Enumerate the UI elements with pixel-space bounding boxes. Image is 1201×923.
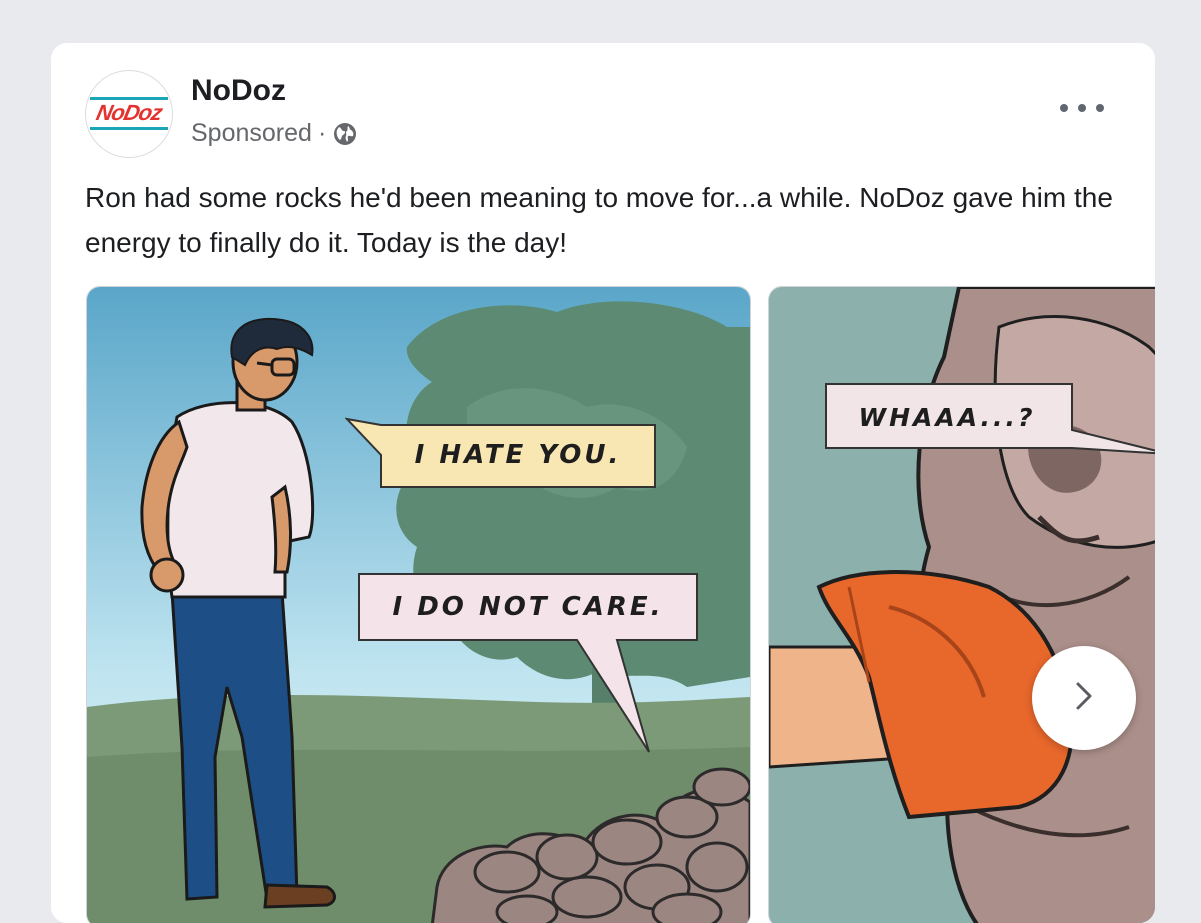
sponsored-post-card: NoDoz NoDoz Sponsored · Ron had some roc…: [51, 43, 1155, 923]
post-meta: Sponsored ·: [191, 119, 358, 148]
nodoz-logo: NoDoz: [86, 97, 172, 131]
post-text: Ron had some rocks he'd been meaning to …: [85, 182, 1113, 258]
logo-text: NoDoz: [94, 100, 165, 125]
image-carousel: I HATE YOU. I DO NOT CARE. WHAAA...?: [86, 286, 1155, 923]
sponsored-label[interactable]: Sponsored: [191, 119, 312, 148]
chevron-right-icon: [1069, 676, 1099, 721]
speech-bubble-1: I HATE YOU.: [414, 440, 622, 470]
meta-separator: ·: [317, 119, 327, 147]
carousel-next-button[interactable]: [1032, 646, 1136, 750]
carousel-slide-2[interactable]: WHAAA...?: [768, 286, 1155, 923]
page-avatar[interactable]: NoDoz: [85, 70, 173, 158]
more-options-icon[interactable]: [1060, 93, 1104, 123]
carousel-slide-1[interactable]: I HATE YOU. I DO NOT CARE.: [86, 286, 751, 923]
page-name-link[interactable]: NoDoz: [191, 74, 286, 108]
speech-bubble-2: I DO NOT CARE.: [392, 592, 664, 622]
speech-bubble-3: WHAAA...?: [858, 402, 1036, 432]
globe-icon[interactable]: [332, 121, 358, 147]
